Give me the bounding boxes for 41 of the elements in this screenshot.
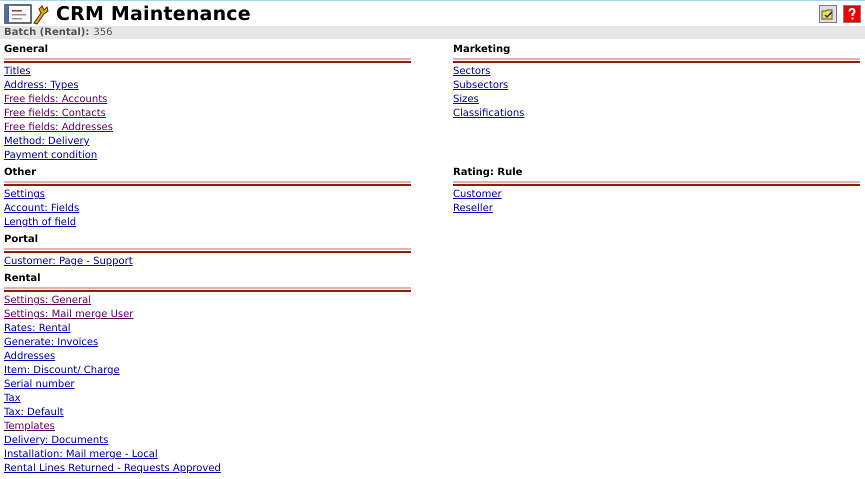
settings-link[interactable]: Tax	[4, 392, 20, 406]
settings-link[interactable]: Rental Lines Returned - Requests Approved	[4, 462, 221, 476]
section-heading: Rating: Rule	[453, 166, 524, 180]
settings-link[interactable]: Payment condition	[4, 149, 98, 163]
settings-link[interactable]: Customer: Page - Support	[4, 255, 133, 269]
settings-link[interactable]: Settings: Mail merge User	[4, 308, 134, 322]
settings-link[interactable]: Settings	[4, 188, 46, 202]
settings-link[interactable]: Length of field	[4, 216, 76, 230]
batch-number: 356	[93, 27, 112, 38]
page-title: CRM Maintenance	[56, 2, 252, 24]
section-heading: Marketing	[453, 43, 512, 57]
settings-link[interactable]: Method: Delivery	[4, 135, 90, 149]
settings-link[interactable]: Free fields: Contacts	[4, 107, 106, 121]
settings-link[interactable]: Settings: General	[4, 294, 91, 308]
settings-link[interactable]: Account: Fields	[4, 202, 80, 216]
settings-link[interactable]: Generate: Invoices	[4, 336, 98, 350]
settings-link[interactable]: Sectors	[453, 65, 490, 79]
settings-link[interactable]: Templates	[4, 420, 55, 434]
section-heading: Portal	[4, 233, 40, 247]
settings-link[interactable]: Sizes	[453, 93, 479, 107]
settings-link[interactable]: Subsectors	[453, 79, 508, 93]
settings-link[interactable]: Serial number	[4, 378, 75, 392]
batch-label: Batch (Rental):	[4, 27, 90, 38]
settings-link[interactable]: Free fields: Accounts	[4, 93, 108, 107]
folder-check-icon[interactable]	[819, 4, 837, 22]
settings-link[interactable]: Item: Discount/ Charge	[4, 364, 120, 378]
settings-link[interactable]: Titles	[4, 65, 31, 79]
settings-link[interactable]: Tax: Default	[4, 406, 64, 420]
settings-link[interactable]: Delivery: Documents	[4, 434, 108, 448]
settings-link[interactable]: Classifications	[453, 107, 524, 121]
settings-link[interactable]: Free fields: Addresses	[4, 121, 113, 135]
section-heading: General	[4, 43, 49, 57]
settings-link[interactable]: Installation: Mail merge - Local	[4, 448, 158, 462]
settings-link[interactable]: Address: Types	[4, 79, 79, 93]
settings-link[interactable]: Customer	[453, 188, 502, 202]
section-heading: Other	[4, 166, 38, 180]
help-icon[interactable]	[843, 4, 861, 22]
section-heading: Rental	[4, 272, 42, 286]
settings-link[interactable]: Rates: Rental	[4, 322, 71, 336]
settings-link[interactable]: Addresses	[4, 350, 56, 364]
settings-link[interactable]: Reseller	[453, 202, 493, 216]
